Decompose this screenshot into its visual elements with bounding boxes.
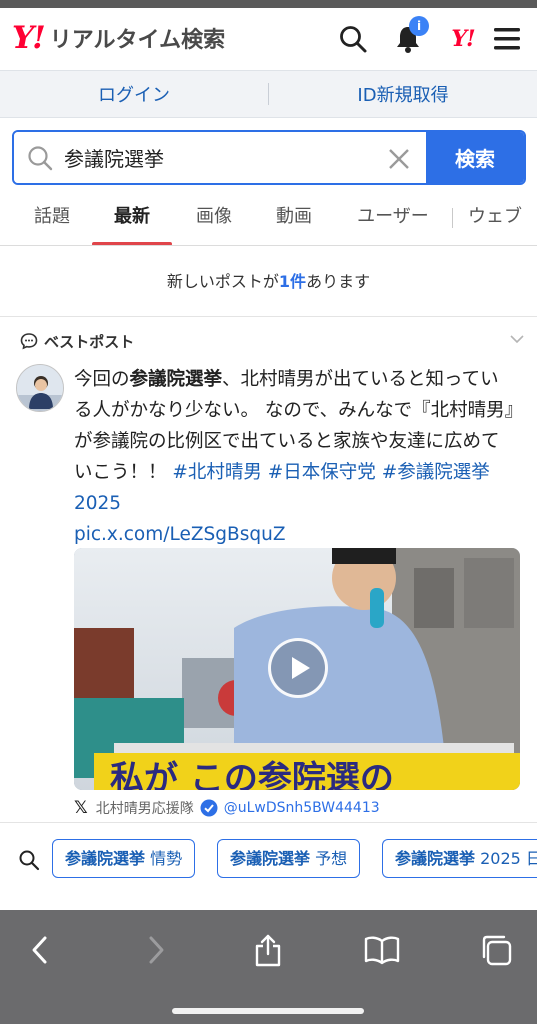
search-field-magnifier-icon [28, 145, 53, 170]
play-icon[interactable] [268, 638, 328, 698]
chip-suffix: 情勢 [145, 849, 183, 868]
post-highlight: 参議院選挙 [129, 369, 223, 390]
post-text-start: 今回の [74, 369, 130, 390]
best-post-header: ベストポスト [20, 330, 525, 352]
search-tabs: 話題 最新 画像 動画 ユーザー ウェブ [0, 190, 537, 246]
new-posts-prefix: 新しいポストが [166, 272, 279, 291]
verified-badge-icon [200, 799, 218, 817]
chevron-down-icon[interactable] [509, 333, 525, 345]
x-logo-icon: 𝕏 [74, 798, 88, 818]
notification-badge: i [409, 16, 429, 36]
best-post-label: ベストポスト [44, 332, 135, 351]
search-button[interactable]: 検索 [426, 132, 524, 183]
yahoo-logo-mark: Y! [12, 20, 46, 56]
login-link[interactable]: ログイン [0, 81, 268, 107]
logo-title: リアルタイム検索 [49, 28, 226, 53]
menu-icon[interactable] [490, 22, 524, 56]
related-searches: 参議院選挙 情勢 参議院選挙 予想 参議院選挙 2025 日 [0, 822, 537, 910]
author-name: 北村晴男応援隊 [95, 801, 194, 817]
chip-keyword: 参議院選挙 [65, 849, 146, 868]
yahoo-home-icon[interactable]: Y! [446, 22, 480, 56]
browser-toolbar [0, 910, 537, 1024]
related-chip-1[interactable]: 参議院選挙 情勢 [52, 839, 196, 878]
yahoo-small-mark: Y! [451, 26, 475, 52]
notification-bell-icon[interactable]: i [391, 16, 429, 56]
forward-icon[interactable] [136, 930, 176, 970]
new-posts-notice[interactable]: 新しいポストが1件あります [0, 247, 537, 317]
status-bar [0, 0, 537, 8]
post-author[interactable]: 𝕏 北村晴男応援隊 @uLwDSnh5BW44413 [74, 797, 380, 819]
chip-suffix: 2025 日 [475, 849, 537, 868]
home-indicator[interactable] [172, 1008, 364, 1014]
chip-keyword: 参議院選挙 [395, 849, 476, 868]
related-chip-3[interactable]: 参議院選挙 2025 日 [382, 839, 537, 878]
chip-suffix: 予想 [310, 849, 348, 868]
search-field-wrapper [14, 132, 426, 183]
tabs-icon[interactable] [476, 930, 516, 970]
tab-images[interactable]: 画像 [182, 190, 246, 245]
new-posts-suffix: あります [306, 272, 371, 291]
register-link[interactable]: ID新規取得 [269, 81, 537, 107]
tab-latest[interactable]: 最新 [92, 190, 172, 245]
bookmarks-icon[interactable] [362, 930, 402, 970]
search-bar: 検索 [12, 130, 526, 185]
chip-keyword: 参議院選挙 [230, 849, 311, 868]
tab-users[interactable]: ユーザー [346, 190, 440, 245]
yahoo-realtime-logo[interactable]: Y! リアルタイム検索 [12, 22, 225, 54]
related-chip-2[interactable]: 参議院選挙 予想 [217, 839, 361, 878]
tab-divider [452, 208, 453, 228]
search-input[interactable] [64, 145, 364, 170]
avatar[interactable] [16, 364, 64, 412]
clear-search-icon[interactable] [386, 146, 412, 172]
search-icon[interactable] [336, 22, 370, 56]
tab-web[interactable]: ウェブ [468, 190, 537, 245]
app-header: Y! リアルタイム検索 i Y! [0, 8, 537, 70]
video-caption: 私が この参院選の [110, 759, 394, 790]
speech-bubble-icon [20, 333, 38, 350]
tab-videos[interactable]: 動画 [262, 190, 326, 245]
media-link[interactable]: pic.x.com/LeZSgBsquZ [74, 524, 286, 545]
back-icon[interactable] [20, 930, 60, 970]
auth-bar: ログイン ID新規取得 [0, 70, 537, 118]
share-icon[interactable] [248, 930, 288, 970]
post-body[interactable]: 今回の参議院選挙、北村晴男が出ていると知っている人がかなり少ない。 なので、みん… [74, 364, 514, 550]
tab-topics[interactable]: 話題 [20, 190, 84, 245]
hashtag-link[interactable]: #北村晴男 [172, 462, 262, 483]
related-search-icon [19, 850, 40, 871]
video-thumbnail[interactable]: 私が この参院選の [74, 548, 520, 790]
author-handle: @uLwDSnh5BW44413 [223, 800, 380, 816]
new-posts-count: 1件 [278, 272, 307, 291]
hashtag-link[interactable]: #日本保守党 [268, 462, 376, 483]
